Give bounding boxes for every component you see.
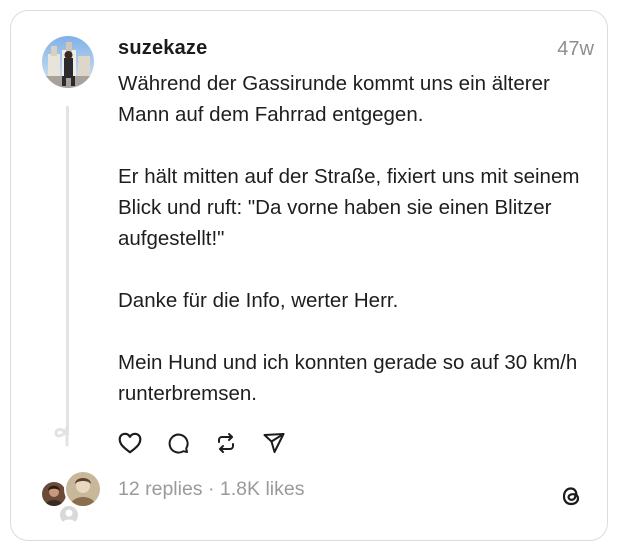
post-text: Während der Gassirunde kommt uns ein ält… [118, 68, 588, 440]
reply-avatars[interactable] [40, 470, 102, 530]
repost-button[interactable] [212, 429, 240, 457]
post-paragraph: Mein Hund und ich konnten gerade so auf … [118, 351, 578, 405]
heart-icon [118, 432, 142, 454]
post-timestamp: 47w [557, 38, 594, 60]
reply-avatar [58, 504, 80, 526]
likes-count[interactable]: 1.8K likes [220, 478, 305, 500]
post-stats: 12 replies · 1.8K likes [118, 478, 304, 501]
thread-loop-icon [50, 425, 84, 452]
username[interactable]: suzekaze [118, 37, 207, 60]
repost-icon [218, 433, 234, 453]
post-paragraph: Danke für die Info, werter Herr. [118, 289, 399, 312]
share-button[interactable] [260, 429, 288, 457]
reply-button[interactable] [164, 429, 192, 457]
share-icon [263, 433, 285, 453]
reply-avatar [64, 470, 102, 508]
post-paragraph: Während der Gassirunde kommt uns ein ält… [118, 72, 550, 126]
threads-logo-icon[interactable] [557, 482, 585, 510]
post-paragraph: Er hält mitten auf der Straße, fixiert u… [118, 165, 580, 250]
like-button[interactable] [116, 429, 144, 457]
thread-line [66, 106, 69, 436]
comment-icon [168, 433, 189, 454]
replies-count[interactable]: 12 replies [118, 478, 203, 500]
action-bar [116, 428, 308, 458]
avatar-image [42, 36, 94, 88]
stats-separator: · [202, 478, 220, 500]
avatar[interactable] [42, 36, 94, 88]
